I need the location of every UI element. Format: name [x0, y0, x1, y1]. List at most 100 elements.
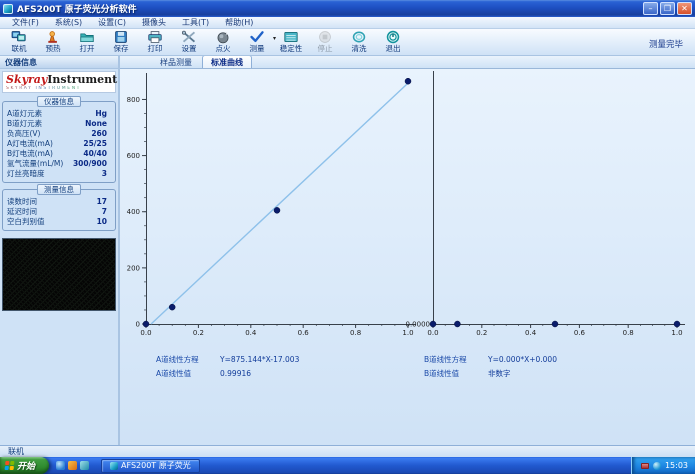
tray-volume-icon[interactable] — [652, 461, 661, 470]
menu-camera[interactable]: 摄像头 — [134, 17, 174, 28]
clean-rinse-icon — [351, 30, 367, 44]
a-equation-value: Y=875.144*X-17.003 — [220, 355, 300, 364]
menu-help[interactable]: 帮助(H) — [217, 17, 261, 28]
connection-status-text: 联机 — [8, 447, 24, 456]
instrument-info-group-title: 仪器信息 — [37, 96, 81, 107]
measure-info-group: 测量信息 读数时间 17 延迟时间 7 空白判别值 10 — [2, 184, 116, 231]
ignite-button[interactable]: 点火 — [206, 30, 240, 53]
info-row-blank-threshold: 空白判别值 10 — [7, 217, 107, 226]
b-linearity-value: 非数字 — [488, 369, 511, 378]
application-window: AFS200T 原子荧光分析软件 – ❐ ✕ 文件(F) 系统(S) 设置(C)… — [0, 0, 695, 474]
svg-text:1.0: 1.0 — [671, 329, 682, 337]
svg-text:0.8: 0.8 — [623, 329, 634, 337]
toolbar-button-label: 打印 — [147, 44, 163, 53]
sidebar-panel-title: 仪器信息 — [0, 56, 118, 69]
print-button[interactable]: 打印 — [138, 30, 172, 53]
a-linearity-label: A道线性值 — [156, 369, 192, 378]
browser-icon[interactable] — [56, 461, 66, 470]
app-icon — [3, 3, 13, 14]
info-row-filament-brightness: 灯丝亮暗度 3 — [7, 169, 107, 178]
taskbar-app-icon — [110, 461, 119, 470]
instrument-info-sidebar: 仪器信息 SkyrayInstrument SKYRAY INSTRUMENT … — [0, 56, 120, 445]
toolbar-button-label: 稳定性 — [279, 44, 303, 53]
toolbar-button-label: 联机 — [11, 44, 27, 53]
info-row-delay-time: 延迟时间 7 — [7, 207, 107, 216]
menu-system[interactable]: 系统(S) — [47, 17, 90, 28]
svg-text:600: 600 — [127, 152, 140, 160]
restore-button[interactable]: ❐ — [660, 2, 675, 15]
main-panel: 样品测量 标准曲线 0.0 0.2 0.4 0.6 0.8 1.0 0 200 400 600 80… — [120, 55, 695, 445]
menu-tools[interactable]: 工具(T) — [174, 17, 217, 28]
tab-sample-measurement[interactable]: 样品测量 — [152, 56, 200, 68]
tab-strip: 样品测量 标准曲线 — [120, 55, 695, 69]
tab-standard-curve[interactable]: 标准曲线 — [202, 55, 252, 68]
toolbar-button-label: 保存 — [113, 44, 129, 53]
stability-button[interactable]: 稳定性 — [274, 30, 308, 53]
svg-text:0.2: 0.2 — [476, 329, 487, 337]
svg-text:0.0: 0.0 — [427, 329, 438, 337]
svg-text:0: 0 — [136, 321, 140, 329]
stop-icon — [317, 30, 333, 44]
exit-button[interactable]: 退出 — [376, 30, 410, 53]
menu-file[interactable]: 文件(F) — [4, 17, 47, 28]
clean-button[interactable]: 清洗 — [342, 30, 376, 53]
toolbar-button-label: 打开 — [79, 44, 95, 53]
stability-chart-icon — [283, 30, 299, 44]
system-tray: 15:03 — [630, 457, 695, 474]
shield-icon[interactable] — [68, 461, 78, 470]
save-button[interactable]: 保存 — [104, 30, 138, 53]
taskbar-app-label: AFS200T 原子荧光 — [121, 461, 191, 470]
media-player-icon[interactable] — [80, 461, 90, 470]
stop-button: 停止 — [308, 30, 342, 53]
b-equation-value: Y=0.000*X+0.000 — [488, 355, 557, 364]
svg-text:0.2: 0.2 — [193, 329, 204, 337]
taskbar-app-button[interactable]: AFS200T 原子荧光 — [101, 458, 200, 473]
svg-text:0.0000: 0.0000 — [406, 321, 431, 329]
toolbar-button-label: 停止 — [317, 44, 333, 53]
svg-text:400: 400 — [127, 208, 140, 216]
minimize-button[interactable]: – — [643, 2, 658, 15]
toolbar-button-label: 清洗 — [351, 44, 367, 53]
info-row-negative-hv: 负高压(V) 260 — [7, 129, 107, 138]
taskbar-clock: 15:03 — [664, 461, 688, 470]
exit-power-icon — [385, 30, 401, 44]
svg-text:0.0: 0.0 — [140, 329, 151, 337]
camera-view — [2, 238, 116, 311]
info-row-b-lamp-element: B道灯元素 None — [7, 119, 107, 128]
info-row-b-lamp-current: B灯电流(mA) 40/40 — [7, 149, 107, 158]
svg-text:0.4: 0.4 — [245, 329, 257, 337]
start-button[interactable]: 开始 — [0, 457, 50, 474]
measure-button[interactable]: 测量 ▾ — [240, 30, 276, 53]
channel-a-curve-info: A道线性方程 Y=875.144*X-17.003 A道线性值 0.99916 — [156, 353, 299, 381]
skyray-logo: SkyrayInstrument SKYRAY INSTRUMENT — [2, 71, 118, 93]
toolbar-button-label: 预热 — [45, 44, 61, 53]
connect-button[interactable]: 联机 — [2, 30, 36, 53]
windows-taskbar: 开始 AFS200T 原子荧光 15:03 — [0, 457, 695, 474]
tray-device-icon[interactable] — [640, 462, 649, 469]
content-area: 仪器信息 SkyrayInstrument SKYRAY INSTRUMENT … — [0, 55, 695, 445]
quick-launch-bar — [56, 461, 95, 470]
title-bar: AFS200T 原子荧光分析软件 – ❐ ✕ — [0, 0, 695, 17]
menu-settings[interactable]: 设置(C) — [90, 17, 134, 28]
b-equation-label: B道线性方程 — [424, 355, 467, 364]
start-button-label: 开始 — [17, 462, 36, 472]
logo-tagline: SKYRAY INSTRUMENT — [6, 86, 112, 91]
svg-text:200: 200 — [127, 264, 140, 272]
a-equation-label: A道线性方程 — [156, 355, 199, 364]
preheat-lamp-icon — [45, 30, 61, 44]
preheat-button[interactable]: 预热 — [36, 30, 70, 53]
toolbar: 联机 预热 打开 保存 打印 设置 点火 测量 ▾ 稳定性 停止 清洗 退出 测… — [0, 29, 695, 56]
measure-check-icon — [249, 30, 265, 44]
logo-brand-dark: Instrument — [47, 73, 118, 86]
close-button[interactable]: ✕ — [677, 2, 692, 15]
info-row-read-time: 读数时间 17 — [7, 197, 107, 206]
ignite-icon — [215, 30, 231, 44]
window-title: AFS200T 原子荧光分析软件 — [17, 5, 137, 15]
info-row-a-lamp-current: A灯电流(mA) 25/25 — [7, 139, 107, 148]
channel-a-calibration-chart: 0.0 0.2 0.4 0.6 0.8 1.00200400600800 — [127, 73, 416, 337]
svg-text:0.8: 0.8 — [350, 329, 361, 337]
open-button[interactable]: 打开 — [70, 30, 104, 53]
print-icon — [147, 30, 163, 44]
settings-button[interactable]: 设置 — [172, 30, 206, 53]
measure-info-group-title: 测量信息 — [37, 184, 81, 195]
